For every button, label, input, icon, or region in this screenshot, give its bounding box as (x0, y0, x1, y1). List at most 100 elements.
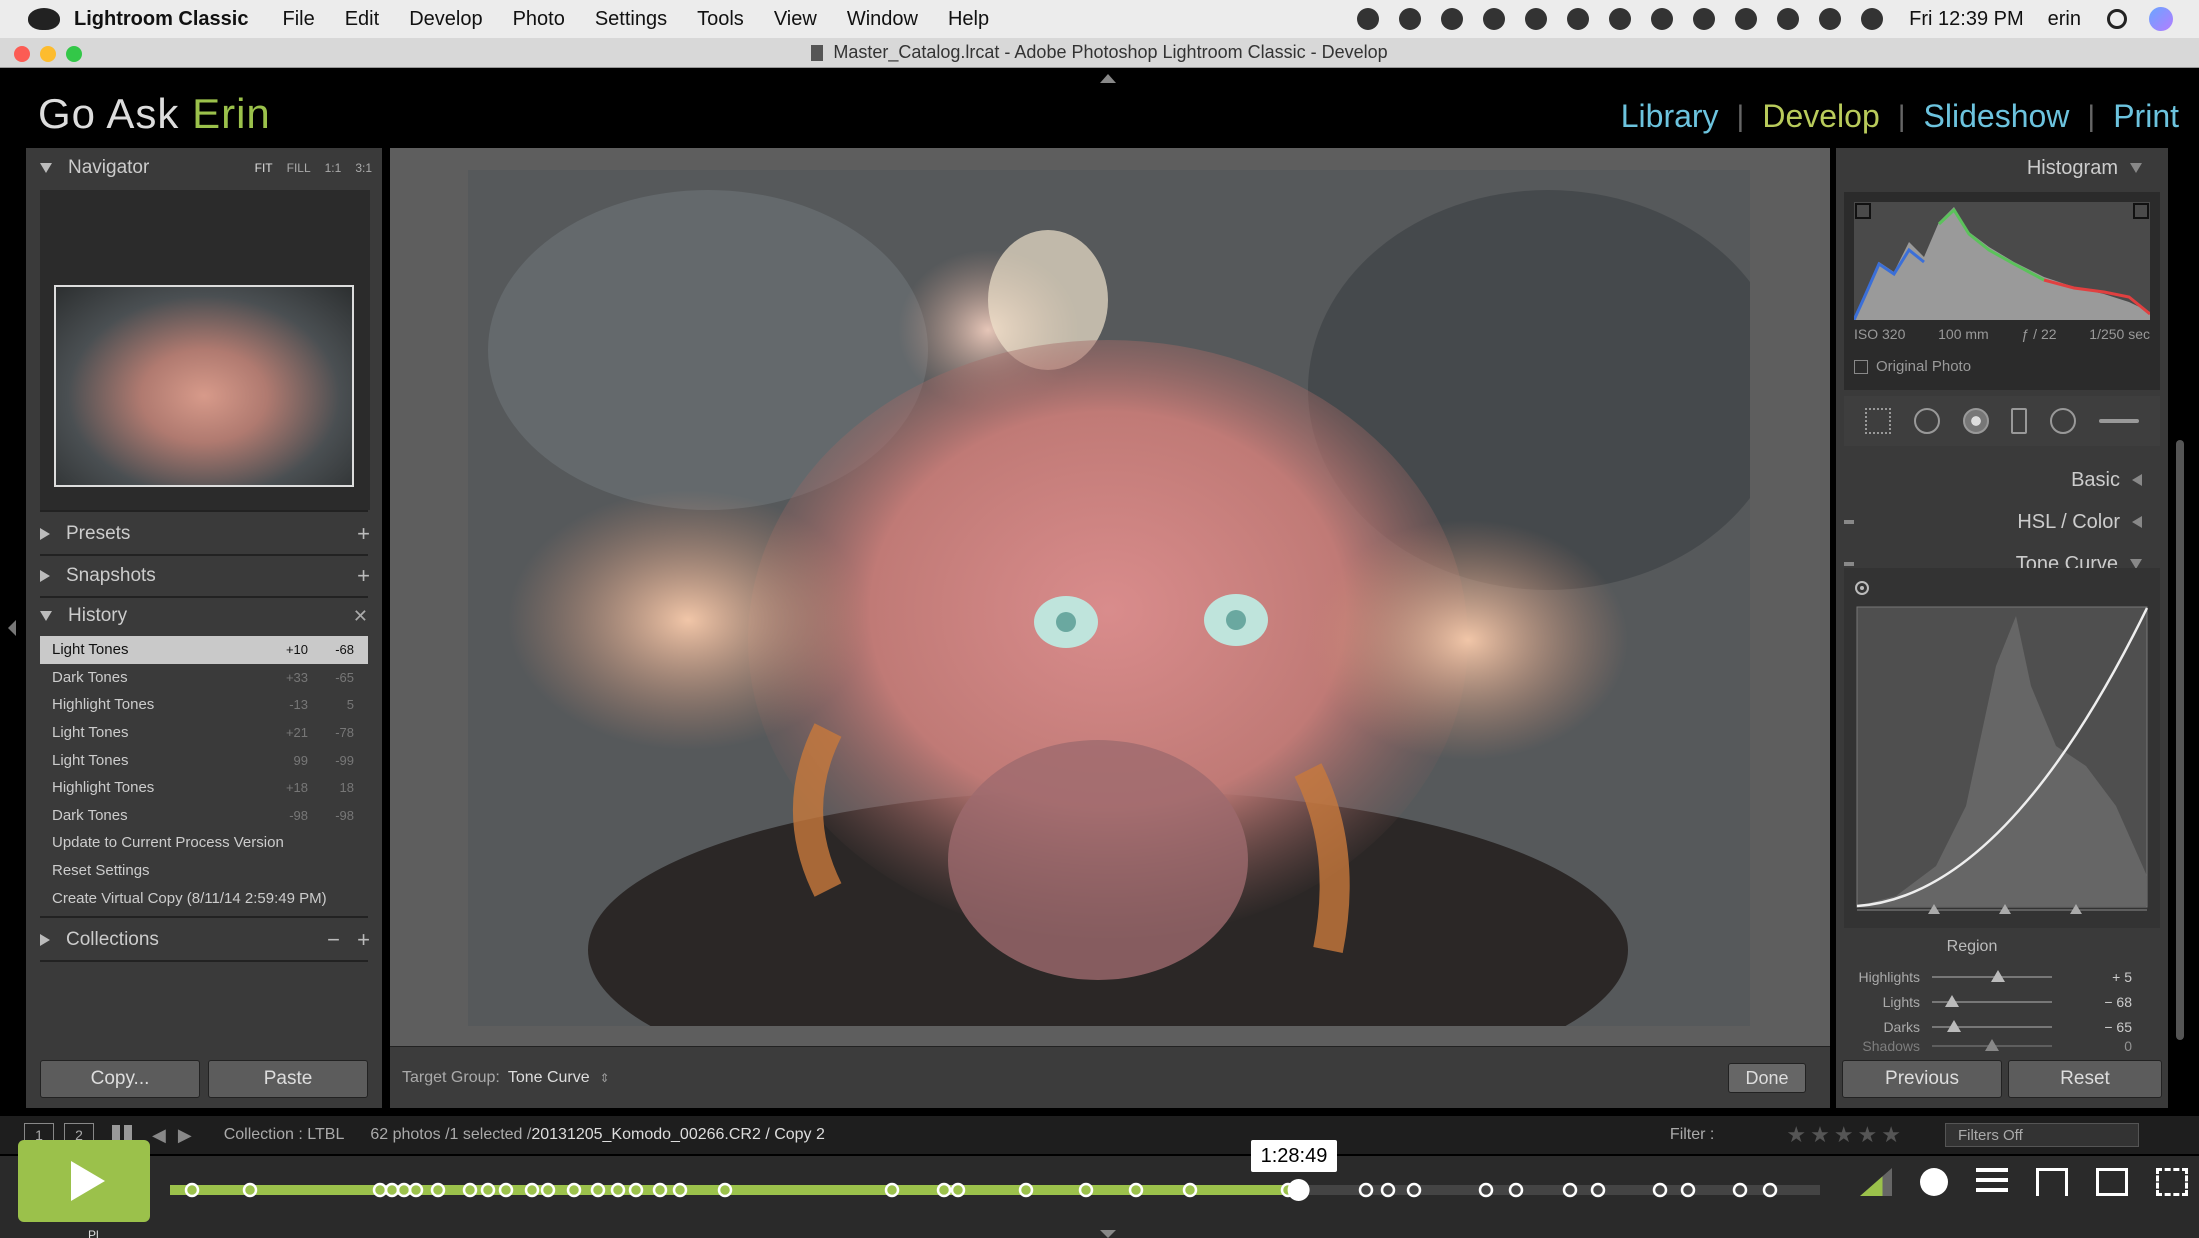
fullscreen-icon[interactable] (2156, 1168, 2188, 1196)
region-slider-knob[interactable] (1991, 969, 2005, 982)
module-slideshow[interactable]: Slideshow (1924, 98, 2070, 135)
region-slider-knob[interactable] (1946, 1019, 1961, 1032)
chapter-marker[interactable] (950, 1182, 966, 1198)
chapter-marker[interactable] (1182, 1182, 1198, 1198)
chapter-marker[interactable] (480, 1182, 496, 1198)
reset-button[interactable]: Reset (2008, 1060, 2162, 1098)
history-header[interactable]: History ✕ (26, 596, 382, 636)
add-snapshot-icon[interactable]: + (357, 563, 370, 589)
spotlight-icon[interactable] (2107, 9, 2127, 29)
chapter-marker[interactable] (1128, 1182, 1144, 1198)
region-slider-value[interactable]: + 5 (2052, 969, 2132, 985)
zoom-3-1[interactable]: 3:1 (355, 161, 372, 175)
module-print[interactable]: Print (2113, 98, 2179, 135)
chapter-marker[interactable] (498, 1182, 514, 1198)
chapter-marker[interactable] (384, 1182, 400, 1198)
expand-triangle-icon[interactable] (2132, 516, 2142, 528)
airplay-icon[interactable] (2036, 1168, 2068, 1196)
dropbox-icon[interactable] (1357, 8, 1380, 30)
apple-icon[interactable] (28, 8, 60, 30)
chapter-marker[interactable] (590, 1182, 606, 1198)
chapter-marker[interactable] (1680, 1182, 1696, 1198)
navigator-preview[interactable] (40, 190, 370, 510)
chapters-list-icon[interactable] (1976, 1168, 2008, 1196)
menubar-clock[interactable]: Fri 12:39 PM (1909, 8, 2023, 31)
zoom-fill[interactable]: FILL (287, 161, 311, 175)
chapter-marker[interactable] (610, 1182, 626, 1198)
zoom-1-1[interactable]: 1:1 (325, 161, 342, 175)
collapse-triangle-icon[interactable] (40, 611, 52, 621)
chapter-marker[interactable] (1590, 1182, 1606, 1198)
collections-header[interactable]: Collections − + (26, 920, 382, 960)
forward-icon[interactable] (1651, 8, 1674, 30)
chapter-marker[interactable] (1762, 1182, 1778, 1198)
history-item[interactable]: Light Tones +10 -68 (40, 636, 368, 664)
expand-triangle-icon[interactable] (40, 934, 50, 946)
navigator-header[interactable]: Navigator FIT FILL 1:1 3:1 (26, 148, 382, 188)
app-m-icon[interactable] (1399, 8, 1422, 30)
screen-icon[interactable] (1567, 8, 1590, 30)
chapter-marker[interactable] (462, 1182, 478, 1198)
chapter-marker[interactable] (1406, 1182, 1422, 1198)
region-slider-value[interactable]: − 68 (2052, 994, 2132, 1010)
expand-triangle-icon[interactable] (40, 570, 50, 582)
remove-collection-icon[interactable]: − (327, 927, 340, 953)
tone-curve-editor[interactable] (1844, 568, 2160, 928)
sync-icon[interactable] (1441, 8, 1464, 30)
chapter-marker[interactable] (396, 1182, 412, 1198)
region-slider-value[interactable]: − 65 (2052, 1019, 2132, 1035)
select-arrows-icon[interactable]: ⇕ (600, 1071, 610, 1085)
chapter-marker[interactable] (1732, 1182, 1748, 1198)
menu-edit[interactable]: Edit (345, 8, 379, 31)
adjustment-brush-tool-icon[interactable] (2098, 419, 2139, 423)
bluetooth-icon[interactable] (1735, 8, 1758, 30)
menu-settings[interactable]: Settings (595, 8, 667, 31)
menu-tools[interactable]: Tools (697, 8, 744, 31)
info-icon[interactable] (1525, 8, 1548, 30)
history-item[interactable]: Dark Tones -98 -98 (40, 802, 368, 830)
chapter-marker[interactable] (566, 1182, 582, 1198)
chapter-marker[interactable] (1562, 1182, 1578, 1198)
window-close-button[interactable] (14, 46, 30, 62)
expand-triangle-icon[interactable] (40, 528, 50, 540)
region-slider-knob[interactable] (1985, 1039, 1999, 1051)
creative-cloud-icon[interactable] (1609, 8, 1632, 30)
chapter-marker[interactable] (628, 1182, 644, 1198)
right-panel-scrollbar[interactable] (2176, 440, 2184, 1040)
chapter-marker[interactable] (524, 1182, 540, 1198)
navigator-thumbnail[interactable] (54, 285, 354, 487)
chapter-marker[interactable] (408, 1182, 424, 1198)
chapter-marker[interactable] (717, 1182, 733, 1198)
copy-settings-button[interactable]: Copy... (40, 1060, 200, 1098)
timemachine-icon[interactable] (1483, 8, 1506, 30)
wifi-icon[interactable] (1777, 8, 1800, 30)
panel-switch-icon[interactable] (1844, 520, 1854, 524)
record-icon[interactable] (1693, 8, 1716, 30)
history-item[interactable]: Create Virtual Copy (8/11/14 2:59:49 PM) (40, 884, 368, 912)
collapse-triangle-icon[interactable] (2130, 163, 2142, 173)
bottom-panel-toggle-icon[interactable] (1100, 1230, 1116, 1238)
region-slider-track[interactable] (1932, 969, 2052, 982)
chapter-marker[interactable] (936, 1182, 952, 1198)
chapter-marker[interactable] (1380, 1182, 1396, 1198)
left-panel-toggle-icon[interactable] (8, 620, 16, 636)
play-button[interactable] (18, 1140, 150, 1222)
chapter-marker[interactable] (1478, 1182, 1494, 1198)
done-button[interactable]: Done (1728, 1063, 1806, 1093)
chapter-marker[interactable] (1652, 1182, 1668, 1198)
red-eye-tool-icon[interactable] (1962, 408, 1989, 434)
region-slider-track[interactable] (1932, 994, 2052, 1007)
menubar-user[interactable]: erin (2048, 8, 2081, 31)
target-group-select[interactable]: Tone Curve (508, 1069, 590, 1087)
history-item[interactable]: Reset Settings (40, 857, 368, 885)
history-item[interactable]: Dark Tones +33 -65 (40, 664, 368, 692)
chapter-marker[interactable] (1508, 1182, 1524, 1198)
history-item[interactable]: Light Tones 99 -99 (40, 746, 368, 774)
history-item[interactable]: Highlight Tones +18 18 (40, 774, 368, 802)
region-slider-track[interactable] (1932, 1039, 2052, 1051)
menu-app-name[interactable]: Lightroom Classic (74, 8, 248, 31)
basic-header[interactable]: Basic (1836, 460, 2168, 500)
spot-removal-tool-icon[interactable] (1913, 408, 1940, 434)
previous-button[interactable]: Previous (1842, 1060, 2002, 1098)
menu-photo[interactable]: Photo (513, 8, 565, 31)
